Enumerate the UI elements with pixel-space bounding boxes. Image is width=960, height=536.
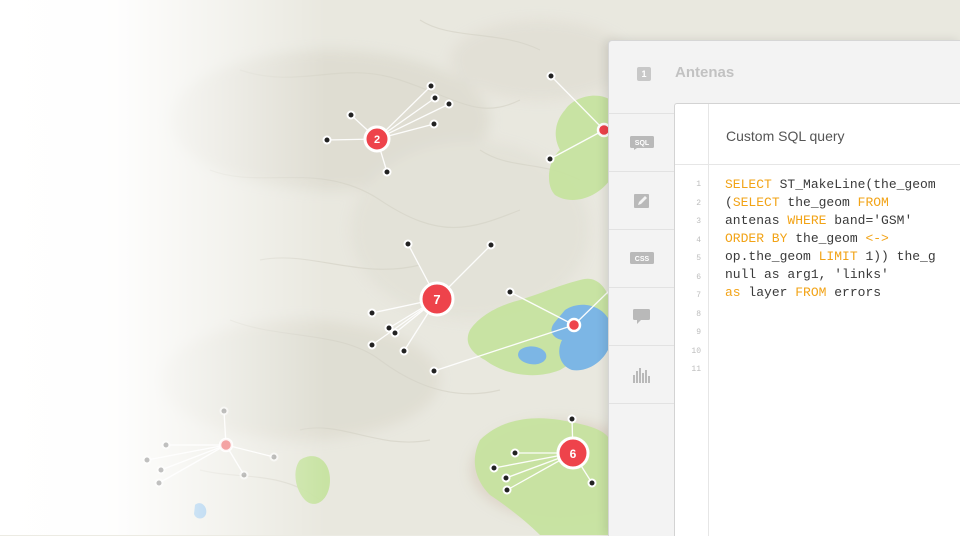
layer-title[interactable]: Antenas — [675, 64, 734, 81]
antenna-node — [566, 317, 582, 333]
sql-code-area[interactable]: SELECT ST_MakeLine(the_geom (SELECT the_g… — [725, 176, 936, 302]
antenna-point — [502, 485, 512, 495]
sql-keyword: SELECT — [725, 177, 772, 192]
sql-keyword: <-> — [865, 231, 889, 246]
line-number: 7 — [696, 291, 701, 300]
editor-header-divider — [675, 164, 960, 165]
infowindow-icon — [633, 308, 650, 324]
antenna-point — [426, 81, 436, 91]
sidebar-item-sql[interactable]: SQL — [609, 113, 675, 172]
antenna-node — [218, 437, 234, 453]
code-line: SELECT ST_MakeLine(the_geom — [725, 176, 936, 194]
antenna-point — [367, 340, 377, 350]
line-number: 2 — [696, 198, 701, 208]
cluster-count: 6 — [570, 447, 577, 461]
sql-keyword: ORDER BY — [725, 231, 788, 246]
gutter-divider — [708, 104, 709, 536]
css-icon: CSS — [630, 251, 654, 264]
sidebar-item-css[interactable]: CSS — [609, 230, 675, 288]
sql-text: the_geom — [787, 231, 866, 246]
sql-text: null as arg1, 'links' — [725, 267, 889, 282]
antenna-point — [501, 473, 511, 483]
antenna-point — [239, 470, 249, 480]
sql-icon-label: SQL — [635, 140, 650, 147]
antenna-point — [142, 455, 152, 465]
antenna-point — [505, 287, 515, 297]
antenna-point — [219, 406, 229, 416]
code-line: op.the_geom LIMIT 1)) the_g — [725, 248, 936, 266]
line-number: 10 — [691, 346, 701, 356]
sql-text: layer — [740, 285, 796, 300]
cluster-count: 7 — [433, 292, 440, 307]
antenna-point — [156, 465, 166, 475]
legends-icon — [633, 367, 650, 383]
code-line: null as arg1, 'links' — [725, 266, 936, 284]
sql-keyword: FROM — [795, 285, 827, 300]
antenna-point — [346, 110, 356, 120]
sql-text: antenas — [725, 213, 788, 228]
sql-keyword: as — [725, 285, 741, 300]
cluster-marker-2[interactable]: 2 — [363, 125, 391, 153]
line-number: 1 — [696, 180, 701, 189]
sql-text: errors — [826, 285, 882, 300]
antenna-point — [546, 71, 556, 81]
antenna-point — [322, 135, 332, 145]
antenna-point — [587, 478, 597, 488]
wizard-icon — [634, 193, 649, 208]
layer-number-badge: 1 — [637, 67, 651, 81]
antenna-point — [367, 308, 377, 318]
antenna-point — [399, 346, 409, 356]
sql-icon: SQL — [630, 135, 654, 150]
line-number: 9 — [696, 328, 701, 337]
antenna-point — [161, 440, 171, 450]
sql-editor[interactable]: Custom SQL query 1 2 3 4 5 6 7 8 9 10 11 SELECT ST… — [674, 103, 960, 536]
sidebar-item-legends[interactable] — [609, 346, 675, 404]
code-line: ORDER BY the_geom <-> — [725, 230, 936, 248]
sql-keyword: WHERE — [787, 213, 827, 228]
sql-text: ST_MakeLine(the_geom — [771, 177, 936, 192]
line-number: 5 — [696, 254, 701, 263]
line-number: 8 — [696, 309, 701, 319]
cluster-marker-7[interactable]: 7 — [419, 281, 455, 317]
antenna-point — [444, 99, 454, 109]
sidebar-item-wizard[interactable] — [609, 172, 675, 230]
sql-keyword: FROM — [857, 195, 889, 210]
antenna-point — [154, 478, 164, 488]
sql-text: op.the_geom — [725, 249, 819, 264]
layer-header: 1 Antenas — [609, 41, 960, 105]
antenna-point — [429, 119, 439, 129]
antenna-point — [390, 328, 400, 338]
line-number: 4 — [696, 235, 701, 245]
cluster-marker-6[interactable]: 6 — [556, 436, 590, 470]
code-line: antenas WHERE band='GSM' — [725, 212, 936, 230]
line-number: 6 — [696, 272, 701, 282]
antenna-point — [430, 93, 440, 103]
css-icon-label: CSS — [635, 256, 650, 263]
sql-text: band='GSM' — [826, 213, 913, 228]
cluster-count: 2 — [374, 134, 380, 146]
antenna-point — [269, 452, 279, 462]
line-number: 11 — [691, 365, 701, 374]
antenna-point — [510, 448, 520, 458]
antenna-point — [567, 414, 577, 424]
sql-text: ( — [725, 195, 733, 210]
antenna-point — [382, 167, 392, 177]
sidebar-item-infowindow[interactable] — [609, 288, 675, 346]
antenna-point — [403, 239, 413, 249]
sql-keyword: LIMIT — [818, 249, 858, 264]
code-line: as layer FROM errors — [725, 284, 936, 302]
line-number: 3 — [696, 217, 701, 226]
antenna-point — [486, 240, 496, 250]
antenna-point — [489, 463, 499, 473]
line-number-gutter: 1 2 3 4 5 6 7 8 9 10 11 — [675, 176, 701, 380]
sql-text: the_geom — [779, 195, 858, 210]
code-line: (SELECT the_geom FROM — [725, 194, 936, 212]
layer-sidebar: SQL CSS — [609, 113, 675, 404]
antenna-point — [545, 154, 555, 164]
editor-title: Custom SQL query — [726, 128, 845, 144]
sql-keyword: SELECT — [732, 195, 780, 210]
sql-text: 1)) the_g — [857, 249, 936, 264]
antenna-point — [429, 366, 439, 376]
